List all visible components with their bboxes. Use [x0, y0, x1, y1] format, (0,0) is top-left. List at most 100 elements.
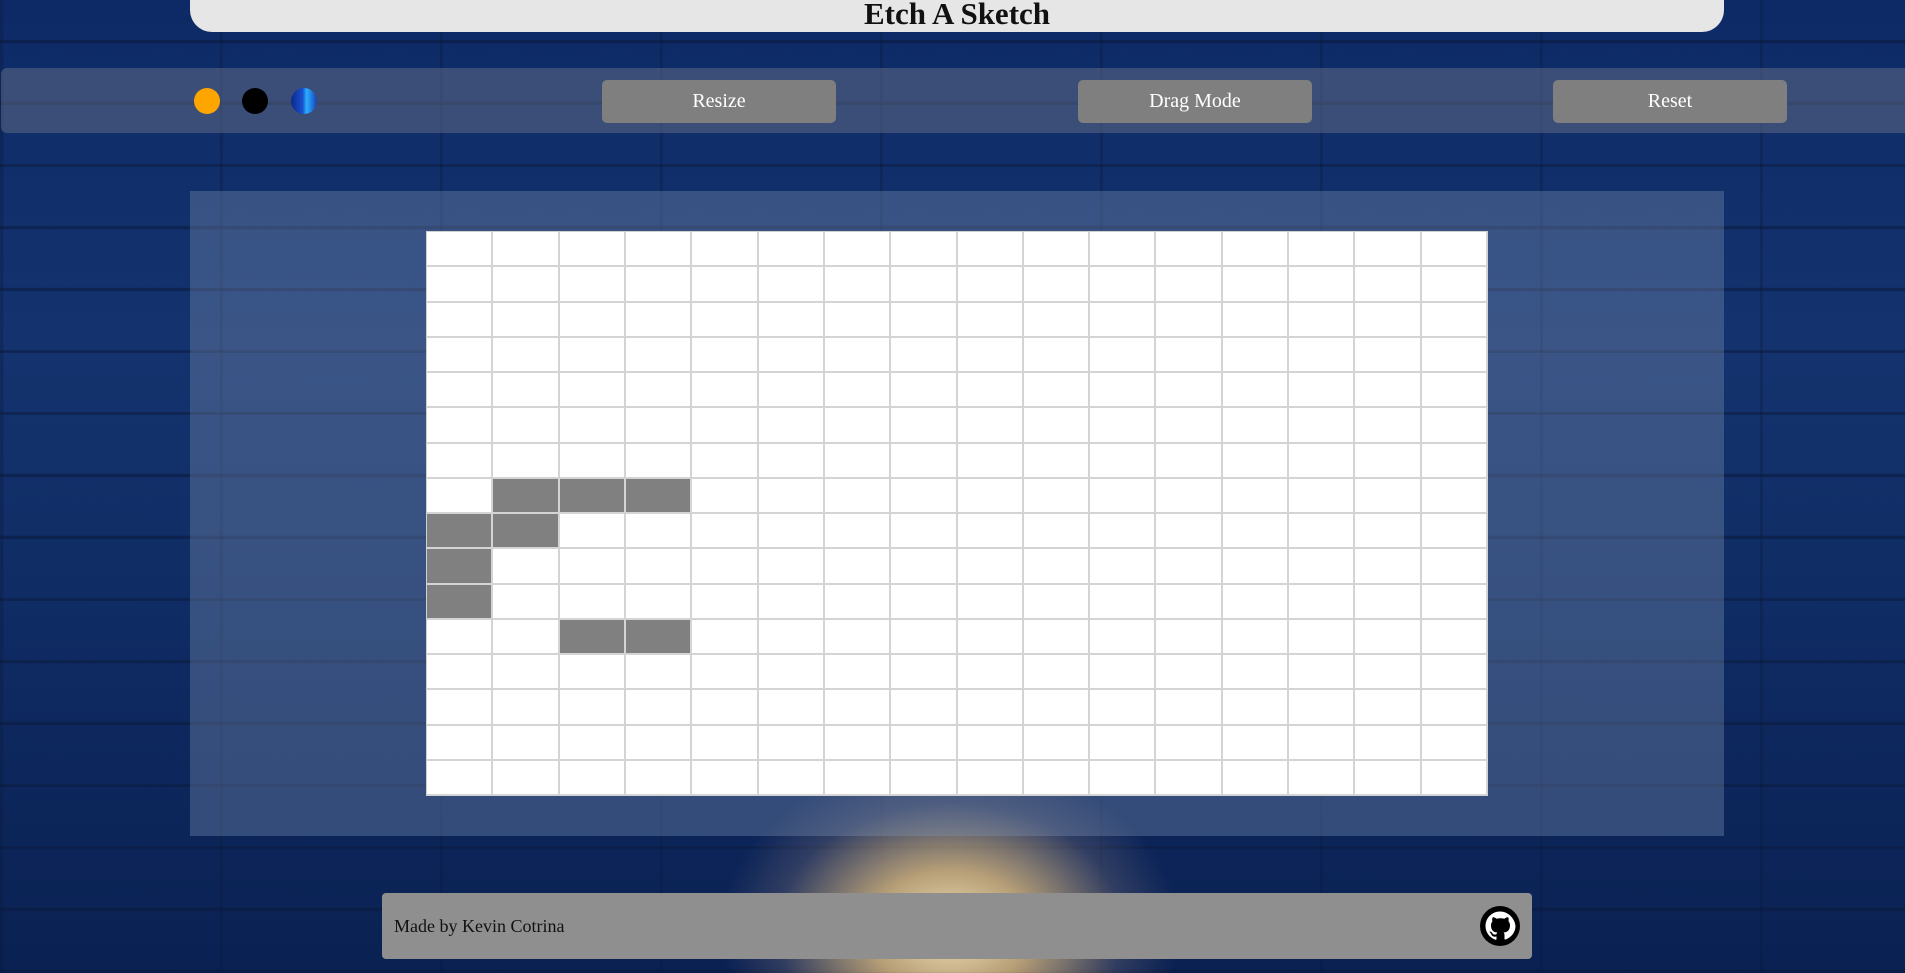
- grid-cell[interactable]: [1023, 619, 1091, 655]
- grid-cell[interactable]: [1023, 690, 1091, 726]
- grid-cell[interactable]: [427, 549, 494, 585]
- grid-cell[interactable]: [957, 549, 1024, 585]
- grid-cell[interactable]: [1156, 443, 1223, 479]
- grid-cell[interactable]: [891, 337, 958, 373]
- grid-cell[interactable]: [692, 302, 759, 338]
- grid-cell[interactable]: [1289, 373, 1356, 409]
- grid-cell[interactable]: [1156, 584, 1223, 620]
- grid-cell[interactable]: [1421, 725, 1488, 761]
- grid-cell[interactable]: [758, 725, 825, 761]
- grid-cell[interactable]: [1289, 478, 1356, 514]
- rainbow-color-button[interactable]: [291, 88, 317, 114]
- grid-cell[interactable]: [1222, 549, 1290, 585]
- grid-cell[interactable]: [625, 619, 693, 655]
- grid-cell[interactable]: [891, 408, 958, 444]
- grid-cell[interactable]: [692, 373, 759, 409]
- grid-cell[interactable]: [1090, 267, 1157, 303]
- grid-cell[interactable]: [1355, 232, 1422, 268]
- grid-cell[interactable]: [1222, 302, 1290, 338]
- grid-cell[interactable]: [891, 478, 958, 514]
- grid-cell[interactable]: [758, 478, 825, 514]
- grid-cell[interactable]: [957, 232, 1024, 268]
- grid-cell[interactable]: [1421, 549, 1488, 585]
- grid-cell[interactable]: [1090, 584, 1157, 620]
- grid-cell[interactable]: [824, 232, 892, 268]
- grid-cell[interactable]: [559, 619, 626, 655]
- grid-cell[interactable]: [1289, 619, 1356, 655]
- grid-cell[interactable]: [891, 584, 958, 620]
- grid-cell[interactable]: [957, 373, 1024, 409]
- grid-cell[interactable]: [1355, 302, 1422, 338]
- grid-cell[interactable]: [1156, 478, 1223, 514]
- grid-cell[interactable]: [957, 443, 1024, 479]
- grid-cell[interactable]: [758, 302, 825, 338]
- grid-cell[interactable]: [824, 655, 892, 691]
- grid-cell[interactable]: [1090, 514, 1157, 550]
- grid-cell[interactable]: [625, 584, 693, 620]
- grid-cell[interactable]: [427, 443, 494, 479]
- grid-cell[interactable]: [1222, 619, 1290, 655]
- grid-cell[interactable]: [1090, 690, 1157, 726]
- grid-cell[interactable]: [1421, 267, 1488, 303]
- grid-cell[interactable]: [692, 725, 759, 761]
- grid-cell[interactable]: [427, 725, 494, 761]
- grid-cell[interactable]: [891, 232, 958, 268]
- grid-cell[interactable]: [625, 267, 693, 303]
- grid-cell[interactable]: [891, 443, 958, 479]
- grid-cell[interactable]: [427, 619, 494, 655]
- grid-cell[interactable]: [1090, 337, 1157, 373]
- grid-cell[interactable]: [692, 619, 759, 655]
- grid-cell[interactable]: [1421, 760, 1488, 796]
- grid-cell[interactable]: [1222, 232, 1290, 268]
- black-color-button[interactable]: [242, 88, 268, 114]
- grid-cell[interactable]: [427, 232, 494, 268]
- grid-cell[interactable]: [1289, 443, 1356, 479]
- grid-cell[interactable]: [1355, 619, 1422, 655]
- grid-cell[interactable]: [1090, 478, 1157, 514]
- grid-cell[interactable]: [758, 267, 825, 303]
- grid-cell[interactable]: [1355, 584, 1422, 620]
- grid-cell[interactable]: [1023, 725, 1091, 761]
- grid-cell[interactable]: [1023, 373, 1091, 409]
- grid-cell[interactable]: [692, 549, 759, 585]
- grid-cell[interactable]: [824, 408, 892, 444]
- grid-cell[interactable]: [559, 267, 626, 303]
- grid-cell[interactable]: [559, 478, 626, 514]
- grid-cell[interactable]: [1355, 373, 1422, 409]
- grid-cell[interactable]: [957, 584, 1024, 620]
- grid-cell[interactable]: [1289, 584, 1356, 620]
- grid-cell[interactable]: [1156, 549, 1223, 585]
- grid-cell[interactable]: [559, 232, 626, 268]
- grid-cell[interactable]: [824, 514, 892, 550]
- grid-cell[interactable]: [891, 267, 958, 303]
- grid-cell[interactable]: [559, 408, 626, 444]
- grid-cell[interactable]: [1421, 584, 1488, 620]
- grid-cell[interactable]: [1222, 267, 1290, 303]
- grid-cell[interactable]: [1222, 478, 1290, 514]
- grid-cell[interactable]: [625, 760, 693, 796]
- grid-cell[interactable]: [758, 337, 825, 373]
- grid-cell[interactable]: [1156, 514, 1223, 550]
- grid-cell[interactable]: [625, 232, 693, 268]
- grid-cell[interactable]: [427, 690, 494, 726]
- grid-cell[interactable]: [1023, 443, 1091, 479]
- grid-cell[interactable]: [891, 619, 958, 655]
- grid-cell[interactable]: [1222, 690, 1290, 726]
- grid-cell[interactable]: [559, 373, 626, 409]
- grid-cell[interactable]: [758, 408, 825, 444]
- grid-cell[interactable]: [1090, 232, 1157, 268]
- grid-cell[interactable]: [625, 337, 693, 373]
- grid-cell[interactable]: [1090, 302, 1157, 338]
- grid-cell[interactable]: [1156, 267, 1223, 303]
- grid-cell[interactable]: [493, 584, 560, 620]
- sketch-grid[interactable]: [426, 231, 1488, 796]
- grid-cell[interactable]: [427, 655, 494, 691]
- grid-cell[interactable]: [559, 337, 626, 373]
- grid-cell[interactable]: [957, 302, 1024, 338]
- grid-cell[interactable]: [1156, 690, 1223, 726]
- grid-cell[interactable]: [1421, 514, 1488, 550]
- grid-cell[interactable]: [625, 302, 693, 338]
- drag-mode-button[interactable]: Drag Mode: [1078, 80, 1312, 123]
- grid-cell[interactable]: [1289, 514, 1356, 550]
- grid-cell[interactable]: [692, 443, 759, 479]
